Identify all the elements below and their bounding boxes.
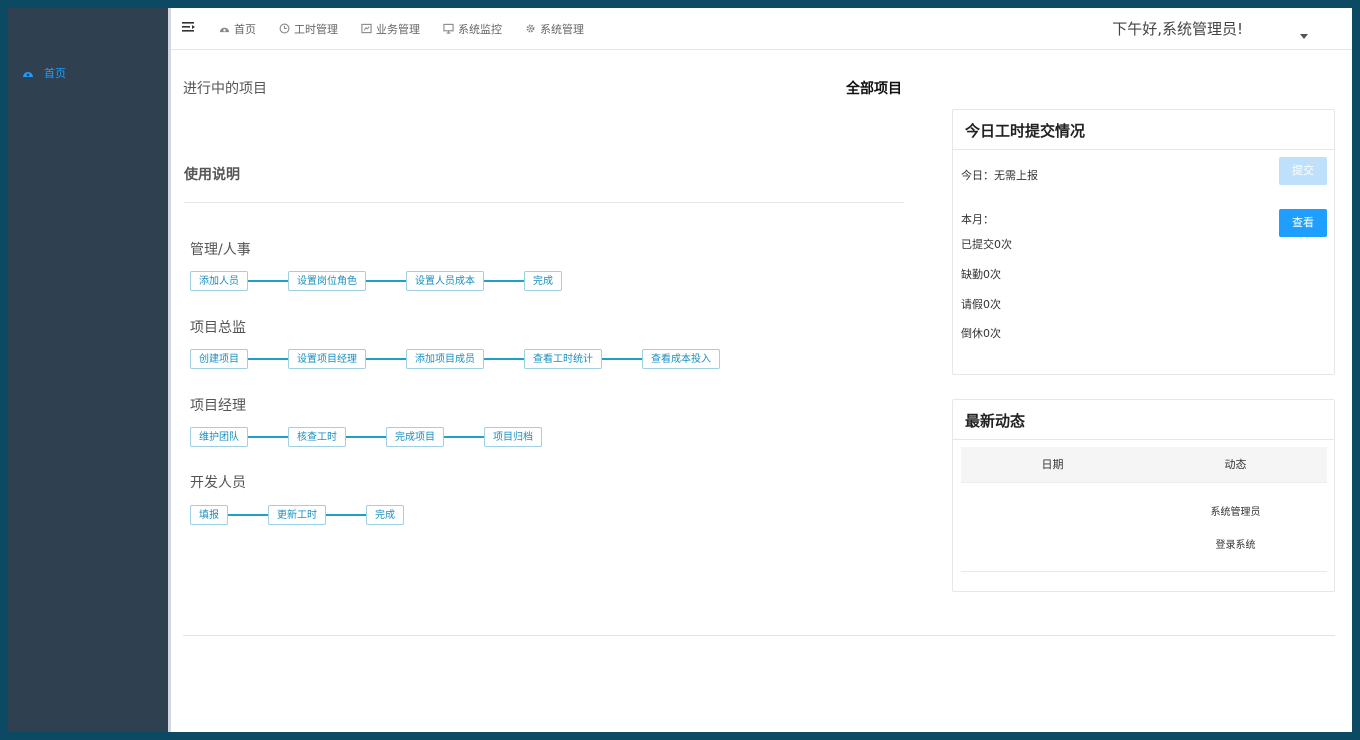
nav-item-label: 工时管理 [294, 22, 338, 36]
flow-step[interactable]: 更新工时 [268, 505, 326, 525]
submitted-count: 已提交0次 [961, 238, 1012, 251]
nav-item-label: 首页 [234, 22, 256, 36]
role-flow-hr: 添加人员 设置岗位角色 设置人员成本 完成 [190, 271, 562, 291]
top-nav: 首页 工时管理 业务管理 系统监控 系统管理 [219, 8, 607, 49]
clock-icon [279, 23, 290, 34]
flow-step[interactable]: 创建项目 [190, 349, 248, 369]
divider [183, 635, 1335, 636]
top-navbar: 首页 工时管理 业务管理 系统监控 系统管理 下午好,系统管理员! [171, 8, 1352, 50]
role-title: 开发人员 [190, 475, 246, 491]
sidebar-item-home[interactable]: 首页 [22, 65, 66, 81]
flow-step[interactable]: 设置人员成本 [406, 271, 484, 291]
dashboard-icon [219, 27, 230, 33]
flow-step[interactable]: 设置岗位角色 [288, 271, 366, 291]
submit-button[interactable]: 提交 [1279, 157, 1327, 185]
view-button[interactable]: 查看 [1279, 209, 1327, 237]
flow-connector [248, 436, 288, 438]
activity-action: 登录系统 [1215, 540, 1256, 551]
activity-table: 日期 动态 系统管理员 登录系统 [961, 447, 1327, 572]
nav-item-workhours[interactable]: 工时管理 [279, 21, 338, 37]
nav-item-monitor[interactable]: 系统监控 [443, 21, 502, 37]
activity-user: 系统管理员 [1210, 507, 1261, 518]
flow-connector [484, 280, 524, 282]
flow-step[interactable]: 完成 [366, 505, 404, 525]
nav-item-home[interactable]: 首页 [219, 21, 256, 37]
dashboard-icon [23, 72, 33, 77]
absent-count: 缺勤0次 [961, 268, 1001, 281]
gear-icon [526, 24, 535, 33]
briefcase-icon [361, 23, 372, 34]
flow-step[interactable]: 完成 [524, 271, 562, 291]
activity-panel: 最新动态 日期 动态 系统管理员 登录系统 [952, 399, 1335, 592]
chevron-down-icon[interactable] [1300, 34, 1308, 39]
table-cell-activity: 系统管理员 登录系统 [1144, 483, 1327, 571]
table-row: 系统管理员 登录系统 [961, 483, 1327, 572]
month-label: 本月： [961, 213, 994, 226]
flow-step[interactable]: 添加项目成员 [406, 349, 484, 369]
nav-item-system[interactable]: 系统管理 [525, 21, 584, 37]
table-header: 日期 动态 [961, 447, 1327, 483]
nav-item-business[interactable]: 业务管理 [361, 21, 420, 37]
hamburger-icon[interactable] [182, 20, 196, 34]
flow-step[interactable]: 添加人员 [190, 271, 248, 291]
sidebar-item-label: 首页 [44, 67, 66, 80]
flow-connector [484, 358, 524, 360]
role-title: 项目总监 [190, 320, 246, 336]
divider [184, 202, 904, 203]
leave-count: 请假0次 [961, 298, 1001, 311]
main-area: 首页 工时管理 业务管理 系统监控 系统管理 下午好,系统管理员! 进行中的项目… [168, 8, 1352, 732]
column-header: 动态 [1224, 458, 1247, 471]
role-flow-dev: 填报 更新工时 完成 [190, 505, 404, 525]
workhours-panel: 今日工时提交情况 今日：无需上报 提交 本月： 查看 已提交0次 缺勤0次 请假… [952, 109, 1335, 375]
flow-connector [228, 514, 268, 516]
flow-connector [366, 358, 406, 360]
flow-step[interactable]: 填报 [190, 505, 228, 525]
flow-step[interactable]: 核查工时 [288, 427, 346, 447]
role-title: 项目经理 [190, 398, 246, 414]
nav-item-label: 业务管理 [376, 22, 420, 36]
nav-item-label: 系统监控 [458, 22, 502, 36]
column-header: 日期 [1041, 458, 1064, 471]
sidebar: 首页 [8, 8, 168, 732]
table-cell-date [961, 483, 1144, 571]
role-title: 管理/人事 [190, 242, 251, 258]
flow-connector [326, 514, 366, 516]
flow-connector [248, 358, 288, 360]
flow-step[interactable]: 完成项目 [386, 427, 444, 447]
today-status: 今日：无需上报 [961, 169, 1038, 182]
flow-connector [366, 280, 406, 282]
flow-step[interactable]: 查看成本投入 [642, 349, 720, 369]
ongoing-projects-title: 进行中的项目 [183, 81, 267, 97]
all-projects-link[interactable]: 全部项目 [846, 78, 902, 98]
flow-connector [602, 358, 642, 360]
panel-title: 今日工时提交情况 [953, 110, 1334, 150]
nav-item-label: 系统管理 [540, 22, 584, 36]
panel-title: 最新动态 [953, 400, 1334, 440]
flow-step[interactable]: 查看工时统计 [524, 349, 602, 369]
flow-step[interactable]: 设置项目经理 [288, 349, 366, 369]
greeting-text: 下午好,系统管理员! [1112, 20, 1243, 38]
flow-connector [346, 436, 386, 438]
usage-title: 使用说明 [184, 167, 240, 183]
app-window: 首页 首页 工时管理 业务管理 系统监控 系统管理 下午好,系统管理员! 进行中… [8, 8, 1352, 732]
role-flow-director: 创建项目 设置项目经理 添加项目成员 查看工时统计 查看成本投入 [190, 349, 720, 369]
role-flow-pm: 维护团队 核查工时 完成项目 项目归档 [190, 427, 542, 447]
flow-step[interactable]: 维护团队 [190, 427, 248, 447]
flow-step[interactable]: 项目归档 [484, 427, 542, 447]
monitor-icon [443, 23, 454, 34]
flow-connector [444, 436, 484, 438]
flow-connector [248, 280, 288, 282]
off-count: 倒休0次 [961, 327, 1001, 340]
